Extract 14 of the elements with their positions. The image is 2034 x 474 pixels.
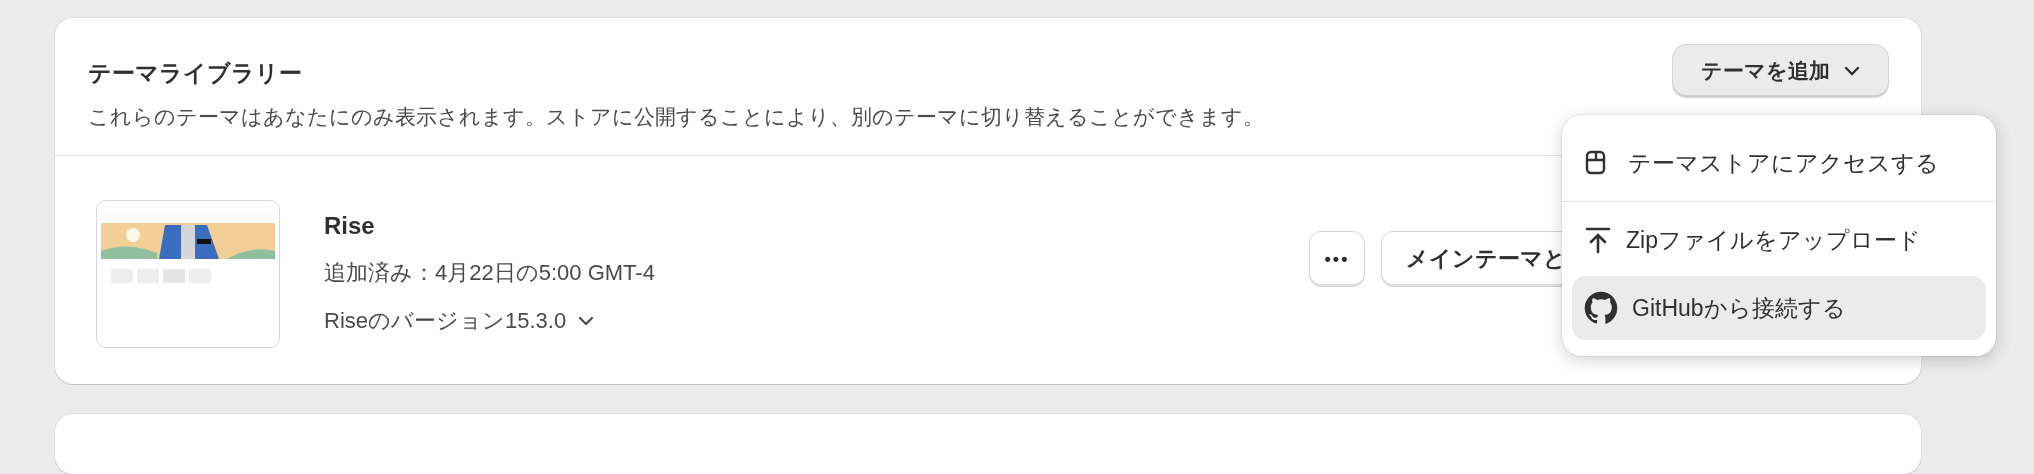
chevron-icon [1844, 66, 1860, 76]
upload-icon [1584, 225, 1612, 255]
chevron-icon [578, 316, 595, 326]
section-title: テーマライブラリー [88, 59, 303, 88]
section-description: これらのテーマはあなたにのみ表示されます。ストアに公開することにより、別のテーマに切り替えることができます。 [88, 104, 1264, 130]
menu-item[interactable]: テーマストアにアクセスする [1572, 131, 1986, 195]
menu-item[interactable]: GitHubから接続する [1572, 276, 1986, 340]
version-toggle[interactable]: Riseのバージョン15.3.0 [324, 306, 595, 336]
github-icon [1584, 291, 1618, 325]
more-actions-button[interactable]: ••• [1309, 231, 1365, 287]
theme-name: Rise [324, 212, 376, 240]
add-theme-button[interactable]: テーマを追加 [1672, 44, 1889, 98]
added-date: 追加済み：4月22日の5:00 GMT-4 [324, 259, 656, 287]
menu-item[interactable]: Zipファイルをアップロード [1572, 208, 1986, 272]
